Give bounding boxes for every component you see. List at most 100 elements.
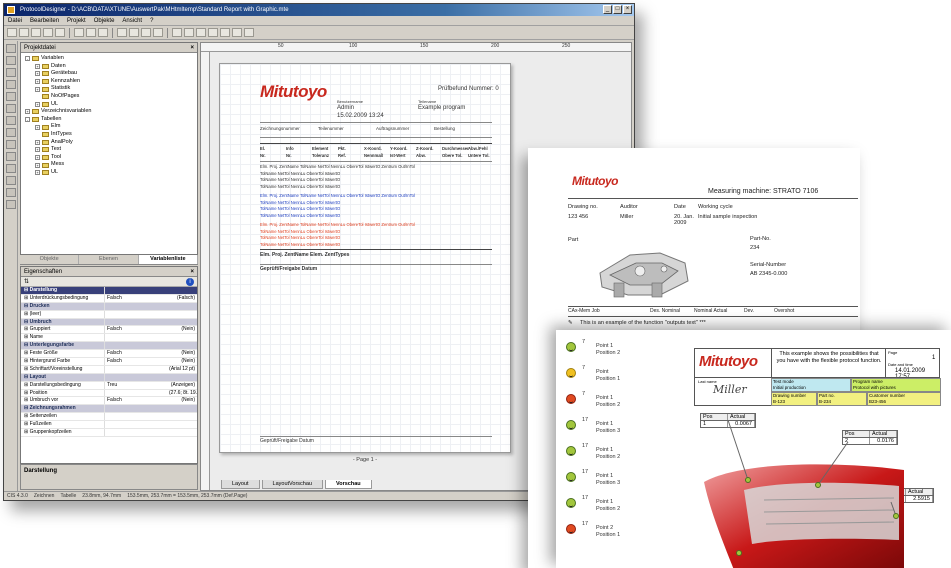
preview-icon[interactable] — [55, 28, 65, 37]
open-icon[interactable] — [19, 28, 29, 37]
document-tab[interactable]: Vorschau — [324, 480, 372, 489]
tree-item[interactable]: - Tabellen — [25, 116, 197, 124]
tree-item[interactable]: + UL — [25, 169, 197, 177]
expand-icon[interactable]: + — [35, 79, 40, 85]
property-row[interactable]: ⊞ Hintergrund Farbe Falsch (Nein) — [21, 358, 197, 366]
expand-icon[interactable]: + — [35, 86, 40, 92]
document-tab[interactable]: LayoutVorschau — [261, 480, 323, 489]
close-panel-icon[interactable]: × — [190, 267, 194, 277]
tree-item[interactable]: + Verzeichnisvariablen — [25, 108, 197, 116]
barcode-tool-icon[interactable] — [6, 140, 16, 149]
table-tool-icon[interactable] — [6, 116, 16, 125]
tree-item[interactable]: + Statistik — [25, 85, 197, 93]
menu-item[interactable]: Datei — [8, 16, 22, 25]
tree-item[interactable]: + Daten — [25, 63, 197, 71]
explorer-tab[interactable]: Ebenen — [79, 255, 139, 264]
redo-icon[interactable] — [129, 28, 139, 37]
close-button[interactable]: × — [623, 5, 632, 14]
menu-item[interactable]: ? — [150, 16, 153, 25]
align-icon[interactable] — [172, 28, 182, 37]
paint-tool-icon[interactable] — [6, 188, 16, 197]
tree-item[interactable]: NoOfPages — [25, 93, 197, 101]
property-row[interactable]: ⊞ Umbruch vor Falsch (Nein) — [21, 397, 197, 406]
group-tool-icon[interactable] — [6, 164, 16, 173]
zoom-tool-icon[interactable] — [6, 200, 16, 209]
line-icon[interactable] — [196, 28, 206, 37]
cut-icon[interactable] — [74, 28, 84, 37]
save-icon[interactable] — [31, 28, 41, 37]
property-row[interactable]: ⊟ Drucken — [21, 302, 197, 311]
explorer-tab[interactable]: Variablenliste — [138, 255, 198, 264]
expand-icon[interactable]: + — [35, 101, 40, 107]
tree-item[interactable]: IntTypes — [25, 131, 197, 139]
expand-icon[interactable]: + — [25, 109, 30, 115]
text-icon[interactable] — [184, 28, 194, 37]
tree-item[interactable]: + Tool — [25, 154, 197, 162]
tree-item[interactable]: + Text — [25, 146, 197, 154]
expand-icon[interactable]: + — [35, 71, 40, 77]
ellipse-tool-icon[interactable] — [6, 92, 16, 101]
property-row[interactable]: ⊞ Seitenzeilen — [21, 413, 197, 422]
expand-icon[interactable]: + — [35, 170, 40, 176]
property-row[interactable]: ⊞ Feste Größe Falsch (Nein) — [21, 350, 197, 359]
expand-icon[interactable]: + — [35, 155, 40, 161]
info-icon[interactable]: i — [186, 278, 194, 286]
tree-item[interactable]: - Variablen — [25, 55, 197, 63]
tree-item[interactable]: + AnalPoly — [25, 139, 197, 147]
report-page[interactable]: Mitutoyo Prüfbefund Nummer: 0 Benutzerna… — [219, 63, 511, 463]
rect-tool-icon[interactable] — [6, 80, 16, 89]
paste-icon[interactable] — [98, 28, 108, 37]
rect-icon[interactable] — [208, 28, 218, 37]
help-icon[interactable] — [244, 28, 254, 37]
property-row[interactable]: ⊞ Fußzeilen — [21, 421, 197, 430]
property-row[interactable]: ⊟ Zeichnungsrahmen — [21, 405, 197, 414]
undo-icon[interactable] — [117, 28, 127, 37]
menu-item[interactable]: Projekt — [67, 16, 86, 25]
expand-icon[interactable]: + — [35, 139, 40, 145]
expand-icon[interactable]: + — [35, 124, 40, 130]
grid-icon[interactable] — [141, 28, 151, 37]
property-row[interactable]: ⊞ Gruppenkopfzeilen — [21, 429, 197, 437]
minimize-button[interactable]: _ — [603, 5, 612, 14]
property-row[interactable]: ⊞ Gruppiert Falsch (Nein) — [21, 326, 197, 335]
field-tool-icon[interactable] — [6, 152, 16, 161]
copy-icon[interactable] — [86, 28, 96, 37]
property-row[interactable]: ⊞ Position (27.6; 8t. 19.0 ; 257.7 mm) — [21, 389, 197, 398]
new-icon[interactable] — [7, 28, 17, 37]
image-tool-icon[interactable] — [6, 104, 16, 113]
tree-item[interactable]: + Kennzahlen — [25, 78, 197, 86]
property-row[interactable]: ⊞ Schriftart/Voreinstellung (Arial 12 pt) — [21, 365, 197, 374]
property-row[interactable]: ⊞ (leer) — [21, 310, 197, 319]
expand-icon[interactable]: - — [25, 117, 30, 123]
explorer-tab[interactable]: Objekte — [20, 255, 80, 264]
menu-item[interactable]: Bearbeiten — [30, 16, 59, 25]
tree-item[interactable]: + Gerätebau — [25, 70, 197, 78]
tree-item[interactable]: + Elm — [25, 123, 197, 131]
expand-icon[interactable]: + — [35, 162, 40, 168]
sort-icon[interactable]: ⇅ — [24, 279, 29, 285]
tree-item[interactable]: + Mess — [25, 161, 197, 169]
menu-item[interactable]: Ansicht — [122, 16, 142, 25]
menu-item[interactable]: Objekte — [94, 16, 115, 25]
close-panel-icon[interactable]: × — [190, 43, 194, 53]
text-tool-icon[interactable] — [6, 56, 16, 65]
zoom-icon[interactable] — [153, 28, 163, 37]
print-icon[interactable] — [43, 28, 53, 37]
image-icon[interactable] — [220, 28, 230, 37]
chart-tool-icon[interactable] — [6, 128, 16, 137]
property-row[interactable]: ⊞ Unterdrückungsbedingung Falsch (Falsch) — [21, 294, 197, 303]
tree-item[interactable]: + UL — [25, 101, 197, 109]
expand-icon[interactable]: + — [35, 147, 40, 153]
property-row[interactable]: ⊞ Darstellungsbedingung Treu (Anzeigen) — [21, 381, 197, 390]
property-row[interactable]: ⊟ Layout — [21, 373, 197, 382]
property-row[interactable]: ⊟ Darstellung — [21, 287, 197, 295]
table-icon[interactable] — [232, 28, 242, 37]
select-tool-icon[interactable] — [6, 44, 16, 53]
document-tab[interactable]: Layout — [221, 480, 260, 489]
line-tool-icon[interactable] — [6, 68, 16, 77]
maximize-button[interactable]: □ — [613, 5, 622, 14]
expand-icon[interactable]: + — [35, 63, 40, 69]
property-row[interactable]: ⊞ Name — [21, 334, 197, 343]
lock-tool-icon[interactable] — [6, 176, 16, 185]
expand-icon[interactable]: - — [25, 56, 30, 62]
